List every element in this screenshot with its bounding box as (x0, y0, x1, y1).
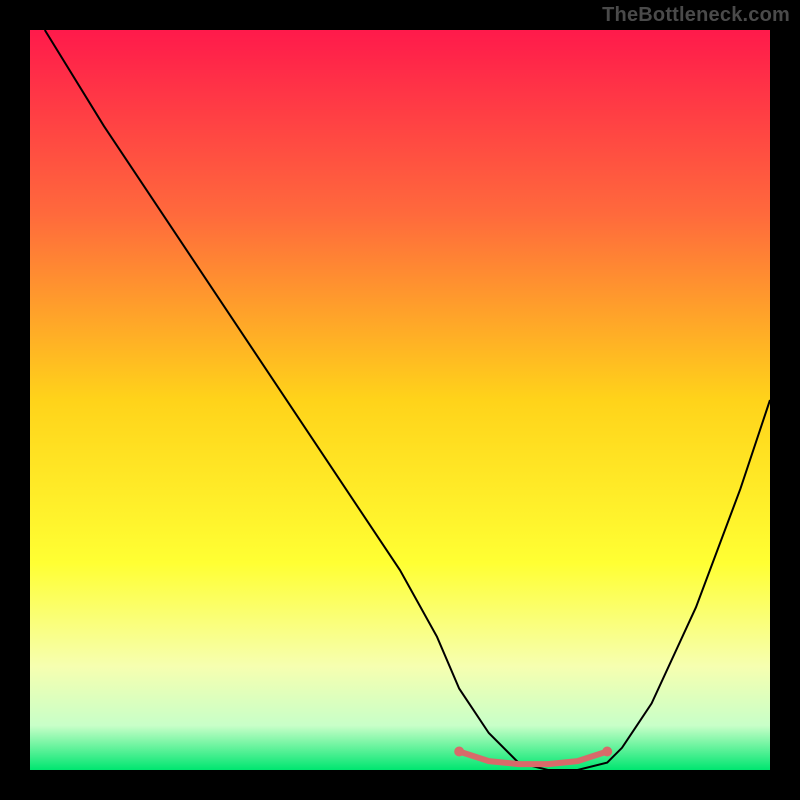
highlight-marker (454, 747, 464, 757)
bottleneck-chart (0, 0, 800, 800)
watermark-text: TheBottleneck.com (602, 4, 790, 27)
chart-frame: TheBottleneck.com (0, 0, 800, 800)
plot-background (30, 30, 770, 770)
highlight-marker (602, 747, 612, 757)
